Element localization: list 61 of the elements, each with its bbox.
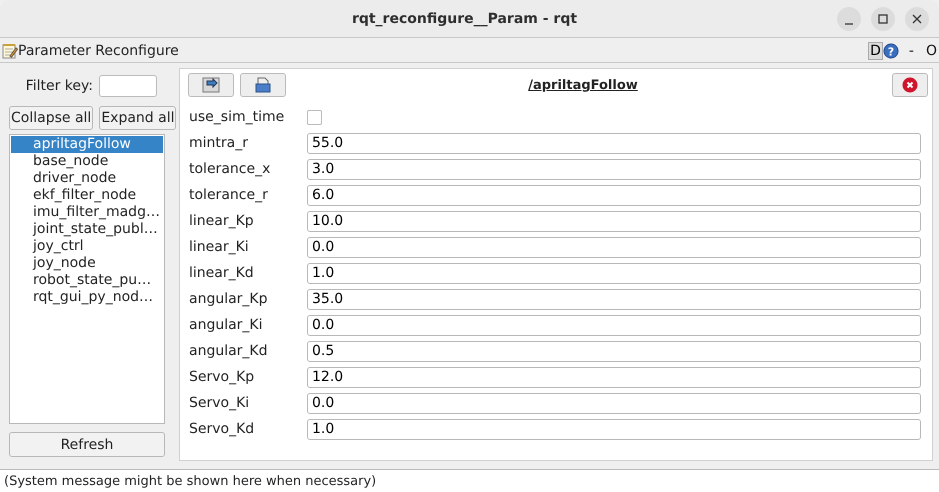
value-field[interactable]: 6.0: [307, 184, 921, 206]
status-message: (System message might be shown here when necessary): [4, 474, 376, 488]
param-label: Servo_Kd: [189, 421, 256, 437]
plugin-title: Parameter Reconfigure: [18, 43, 179, 59]
value-field[interactable]: 3.0: [307, 158, 921, 180]
node-item[interactable]: joy_node: [11, 255, 163, 272]
window-title: rqt_reconfigure__Param - rqt: [350, 10, 578, 26]
value-field[interactable]: 0.0: [307, 392, 921, 414]
checkbox[interactable]: [307, 110, 322, 124]
help-icon[interactable]: ?: [882, 43, 899, 59]
notepad-icon: [2, 43, 18, 59]
node-item[interactable]: joy_ctrl: [11, 238, 163, 255]
value-field[interactable]: 0.0: [307, 236, 921, 258]
value-field[interactable]: 1.0: [307, 418, 921, 440]
close-plugin-button[interactable]: O: [924, 43, 939, 59]
param-label: mintra_r: [189, 135, 249, 151]
expand-all-button[interactable]: Expand all: [99, 106, 176, 130]
param-label: angular_Kp: [189, 291, 269, 307]
param-label: angular_Ki: [189, 317, 264, 333]
param-label: Servo_Ki: [189, 395, 250, 411]
node-item[interactable]: base_node: [11, 153, 163, 170]
node-item[interactable]: imu_filter_madg…: [11, 204, 163, 221]
maximize-button[interactable]: [871, 6, 895, 30]
save-button[interactable]: [240, 73, 286, 97]
node-item[interactable]: rqt_gui_py_nod…: [11, 289, 163, 306]
node-item[interactable]: robot_state_pu…: [11, 272, 163, 289]
node-item[interactable]: joint_state_publ…: [11, 221, 163, 238]
node-title: /apriltagFollow: [528, 78, 638, 93]
param-label: Servo_Kp: [189, 369, 256, 385]
param-label: tolerance_r: [189, 187, 269, 203]
param-label: angular_Kd: [189, 343, 269, 359]
param-label: linear_Kd: [189, 265, 255, 281]
param-label: tolerance_x: [189, 161, 272, 177]
filter-field[interactable]: [99, 75, 157, 97]
value-field[interactable]: 0.0: [307, 314, 921, 336]
load-icon: [202, 77, 220, 93]
value-field[interactable]: 1.0: [307, 262, 921, 284]
node-item[interactable]: driver_node: [11, 170, 163, 187]
node-item[interactable]: ekf_filter_node: [11, 187, 163, 204]
refresh-button[interactable]: Refresh: [9, 432, 165, 457]
param-label: use_sim_time: [189, 109, 286, 125]
minimize-plugin-button[interactable]: -: [906, 43, 916, 59]
d-button[interactable]: D: [868, 42, 883, 60]
minimize-icon: [844, 22, 854, 24]
node-item[interactable]: apriltagFollow: [11, 136, 163, 153]
value-field[interactable]: 55.0: [307, 132, 921, 154]
close-icon: [911, 12, 923, 24]
maximize-icon: [877, 12, 889, 24]
value-field[interactable]: 10.0: [307, 210, 921, 232]
param-label: linear_Ki: [189, 239, 250, 255]
value-field[interactable]: 35.0: [307, 288, 921, 310]
load-button[interactable]: [188, 73, 234, 97]
collapse-all-button[interactable]: Collapse all: [9, 106, 94, 130]
filter-label: Filter key:: [26, 78, 93, 94]
value-field[interactable]: 0.5: [307, 340, 921, 362]
save-icon: [255, 77, 271, 93]
value-field[interactable]: 12.0: [307, 366, 921, 388]
close-icon: [902, 77, 918, 93]
param-label: linear_Kp: [189, 213, 255, 229]
close-editor-button[interactable]: [892, 73, 928, 97]
close-button[interactable]: [905, 6, 929, 30]
